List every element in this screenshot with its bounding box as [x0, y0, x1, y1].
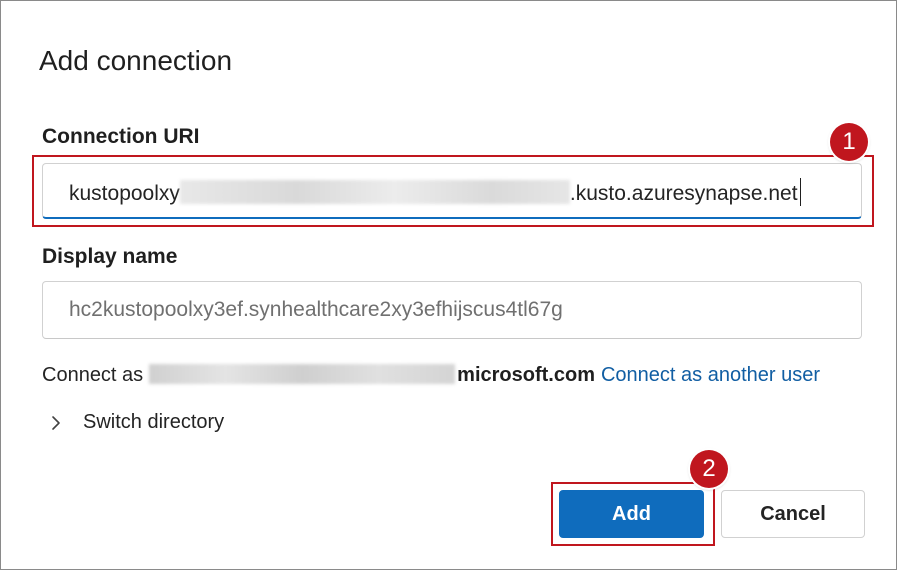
- add-button[interactable]: Add: [559, 490, 704, 538]
- switch-directory-toggle[interactable]: Switch directory: [49, 411, 224, 434]
- callout-badge-2: 2: [690, 450, 728, 488]
- display-name-label: Display name: [42, 245, 178, 268]
- connect-as-text: Connect as: [42, 364, 144, 386]
- connect-as-row: Connect as microsoft.com Connect as anothe…: [42, 364, 820, 387]
- switch-directory-label: Switch directory: [83, 411, 225, 433]
- add-connection-dialog: Add connection Connection URI kustopoolx…: [0, 0, 897, 570]
- account-domain: microsoft.com: [457, 364, 595, 386]
- dialog-title: Add connection: [39, 45, 233, 76]
- connection-uri-label: Connection URI: [42, 125, 200, 148]
- redacted-account: [149, 364, 456, 384]
- display-name-placeholder: hc2kustopoolxy3ef.synhealthcare2xy3efhij…: [69, 298, 563, 321]
- callout-highlight-uri: [32, 155, 874, 227]
- callout-badge-1: 1: [830, 123, 868, 161]
- display-name-input[interactable]: hc2kustopoolxy3ef.synhealthcare2xy3efhij…: [42, 281, 862, 339]
- connect-as-another-user-link[interactable]: Connect as another user: [601, 364, 820, 386]
- cancel-button[interactable]: Cancel: [721, 490, 865, 538]
- chevron-right-icon: [52, 415, 60, 430]
